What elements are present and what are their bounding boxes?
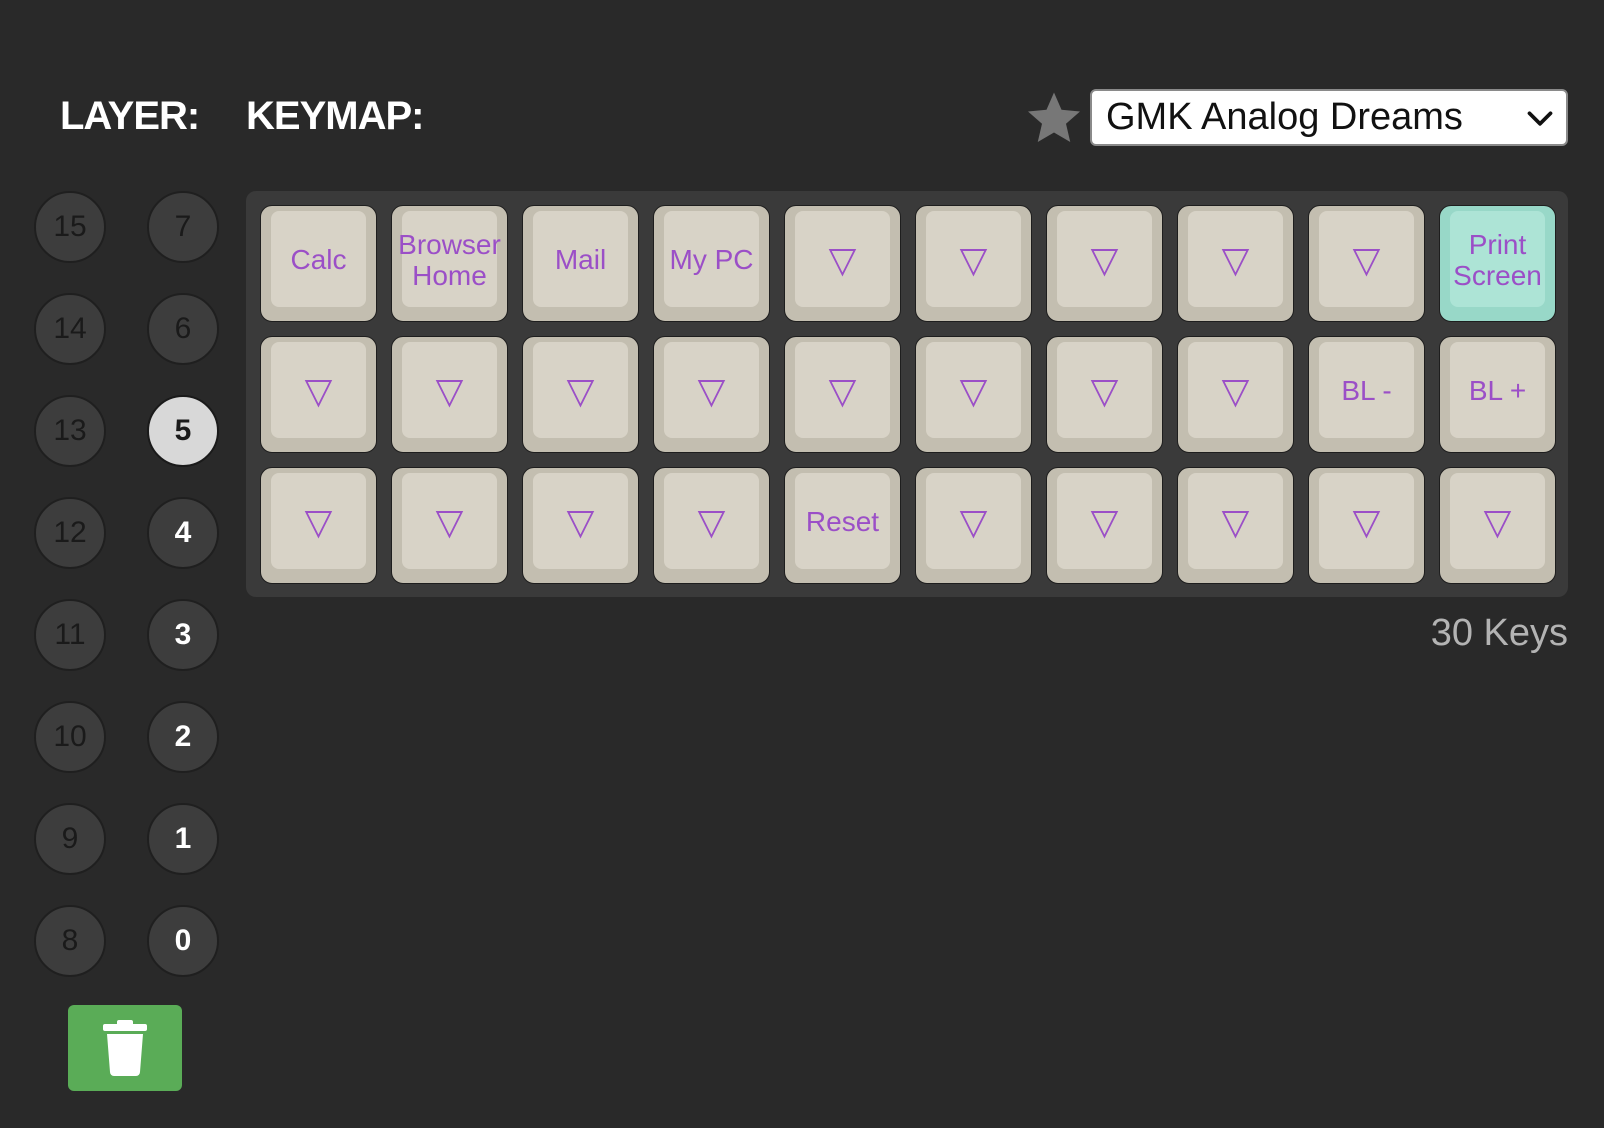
layer-button-14[interactable]: 14 <box>34 293 106 365</box>
key-r1-c9[interactable]: BL + <box>1439 336 1556 453</box>
keymap-heading: KEYMAP: <box>246 94 424 138</box>
transparent-key-icon: ▽ <box>1090 501 1119 542</box>
key-r0-c9[interactable]: Print Screen <box>1439 205 1556 322</box>
layer-button-10[interactable]: 10 <box>34 701 106 773</box>
layer-selector: 15 7 14 6 13 5 12 4 11 3 10 2 9 1 8 0 <box>34 191 219 977</box>
layer-button-9[interactable]: 9 <box>34 803 106 875</box>
transparent-key-icon: ▽ <box>566 501 595 542</box>
layer-button-12[interactable]: 12 <box>34 497 106 569</box>
key-r1-c3[interactable]: ▽ <box>653 336 770 453</box>
key-r0-c8[interactable]: ▽ <box>1308 205 1425 322</box>
layer-button-5[interactable]: 5 <box>147 395 219 467</box>
layer-button-4[interactable]: 4 <box>147 497 219 569</box>
transparent-key-icon: ▽ <box>1483 501 1512 542</box>
transparent-key-icon: ▽ <box>1352 239 1381 280</box>
key-r2-c5[interactable]: ▽ <box>915 467 1032 584</box>
layer-button-0[interactable]: 0 <box>147 905 219 977</box>
keyboard-board: Calc Browser Home Mail My PC ▽ ▽ ▽ ▽ ▽ Print Scre… <box>246 191 1568 597</box>
key-r0-c6[interactable]: ▽ <box>1046 205 1163 322</box>
transparent-key-icon: ▽ <box>828 370 857 411</box>
transparent-key-icon: ▽ <box>959 370 988 411</box>
key-r2-c0[interactable]: ▽ <box>260 467 377 584</box>
key-r0-c0[interactable]: Calc <box>260 205 377 322</box>
key-grid: Calc Browser Home Mail My PC ▽ ▽ ▽ ▽ ▽ Print Scre… <box>260 205 1556 584</box>
key-legend: BL + <box>1468 375 1527 406</box>
key-legend: Mail <box>554 244 607 275</box>
transparent-key-icon: ▽ <box>1090 239 1119 280</box>
layer-button-3[interactable]: 3 <box>147 599 219 671</box>
layer-button-8[interactable]: 8 <box>34 905 106 977</box>
layer-button-6[interactable]: 6 <box>147 293 219 365</box>
transparent-key-icon: ▽ <box>697 501 726 542</box>
transparent-key-icon: ▽ <box>1352 501 1381 542</box>
transparent-key-icon: ▽ <box>1221 239 1250 280</box>
transparent-key-icon: ▽ <box>435 501 464 542</box>
star-icon[interactable] <box>1024 88 1084 148</box>
key-r1-c1[interactable]: ▽ <box>391 336 508 453</box>
key-legend: Reset <box>805 506 880 537</box>
key-legend: Print Screen <box>1453 228 1542 291</box>
clear-layer-button[interactable] <box>68 1005 182 1091</box>
keymap-select-value: GMK Analog Dreams <box>1106 96 1463 138</box>
key-r1-c8[interactable]: BL - <box>1308 336 1425 453</box>
key-r1-c4[interactable]: ▽ <box>784 336 901 453</box>
key-r1-c7[interactable]: ▽ <box>1177 336 1294 453</box>
key-legend: Calc <box>290 244 347 275</box>
key-r0-c5[interactable]: ▽ <box>915 205 1032 322</box>
chevron-down-icon <box>1527 110 1553 126</box>
layer-button-7[interactable]: 7 <box>147 191 219 263</box>
layer-button-2[interactable]: 2 <box>147 701 219 773</box>
key-r0-c7[interactable]: ▽ <box>1177 205 1294 322</box>
key-r1-c5[interactable]: ▽ <box>915 336 1032 453</box>
trash-icon <box>103 1020 147 1076</box>
layer-button-15[interactable]: 15 <box>34 191 106 263</box>
key-r2-c1[interactable]: ▽ <box>391 467 508 584</box>
key-count: 30 Keys <box>1430 612 1568 654</box>
transparent-key-icon: ▽ <box>566 370 595 411</box>
key-r0-c2[interactable]: Mail <box>522 205 639 322</box>
layer-button-11[interactable]: 11 <box>34 599 106 671</box>
transparent-key-icon: ▽ <box>959 239 988 280</box>
layer-button-1[interactable]: 1 <box>147 803 219 875</box>
transparent-key-icon: ▽ <box>1090 370 1119 411</box>
transparent-key-icon: ▽ <box>304 501 333 542</box>
key-r1-c2[interactable]: ▽ <box>522 336 639 453</box>
transparent-key-icon: ▽ <box>697 370 726 411</box>
transparent-key-icon: ▽ <box>828 239 857 280</box>
key-r0-c3[interactable]: My PC <box>653 205 770 322</box>
layer-heading: LAYER: <box>60 94 200 138</box>
key-r0-c1[interactable]: Browser Home <box>391 205 508 322</box>
key-r2-c6[interactable]: ▽ <box>1046 467 1163 584</box>
key-r0-c4[interactable]: ▽ <box>784 205 901 322</box>
keymap-select[interactable]: GMK Analog Dreams <box>1090 89 1568 146</box>
transparent-key-icon: ▽ <box>1221 370 1250 411</box>
transparent-key-icon: ▽ <box>959 501 988 542</box>
key-r2-c8[interactable]: ▽ <box>1308 467 1425 584</box>
key-r2-c7[interactable]: ▽ <box>1177 467 1294 584</box>
key-r2-c2[interactable]: ▽ <box>522 467 639 584</box>
key-r2-c4[interactable]: Reset <box>784 467 901 584</box>
key-r1-c6[interactable]: ▽ <box>1046 336 1163 453</box>
key-r2-c3[interactable]: ▽ <box>653 467 770 584</box>
key-legend: BL - <box>1341 375 1392 406</box>
key-r1-c0[interactable]: ▽ <box>260 336 377 453</box>
transparent-key-icon: ▽ <box>435 370 464 411</box>
key-r2-c9[interactable]: ▽ <box>1439 467 1556 584</box>
layer-button-13[interactable]: 13 <box>34 395 106 467</box>
key-legend: Browser Home <box>398 228 501 291</box>
transparent-key-icon: ▽ <box>304 370 333 411</box>
key-legend: My PC <box>669 244 754 275</box>
transparent-key-icon: ▽ <box>1221 501 1250 542</box>
